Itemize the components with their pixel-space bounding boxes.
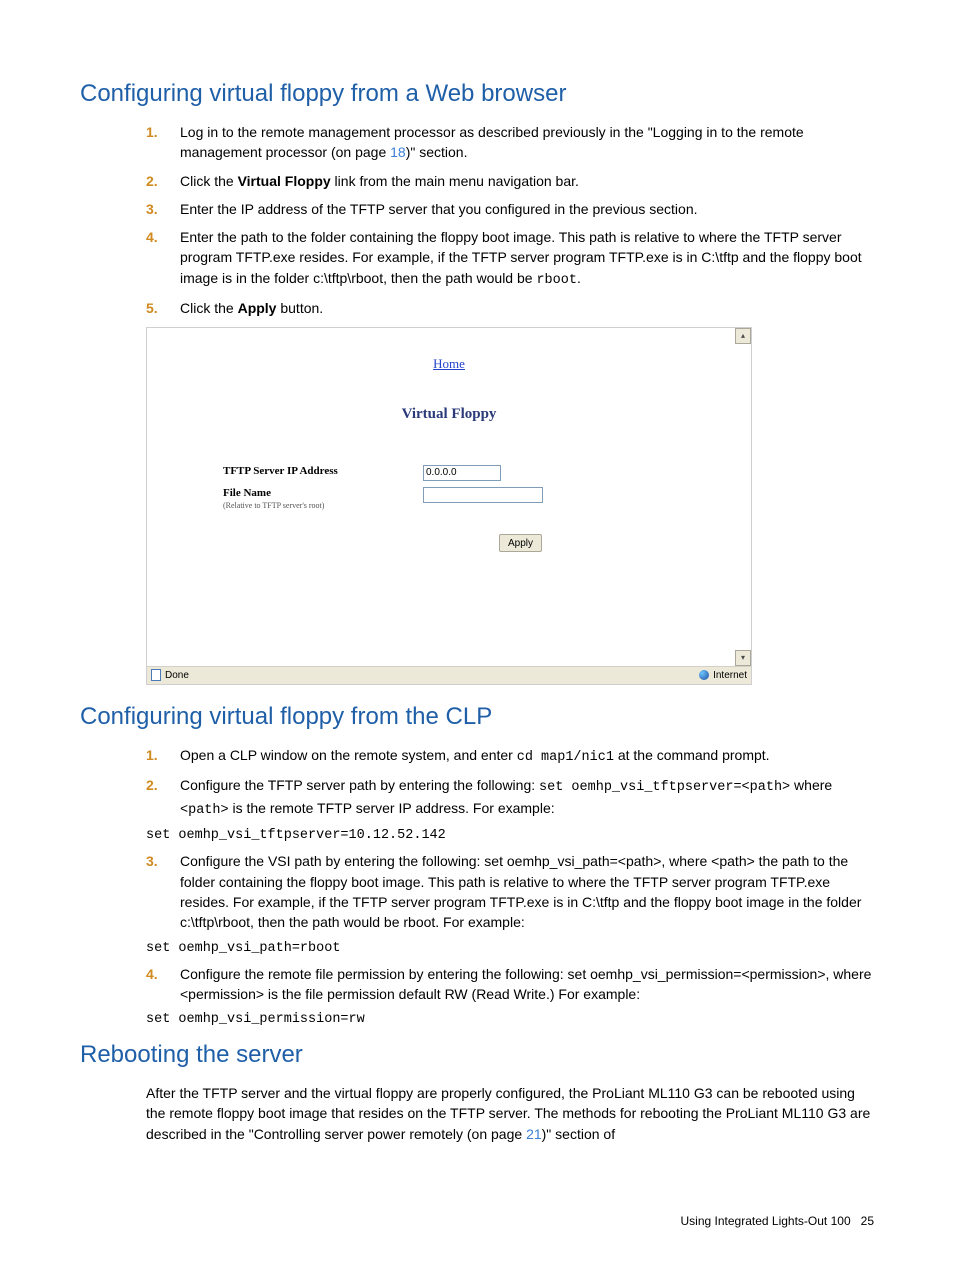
step-item: 1.Open a CLP window on the remote system… [146,745,874,768]
code-line: set oemhp_vsi_path=rboot [146,941,874,956]
step-body: Open a CLP window on the remote system, … [180,745,874,768]
step-item: 2.Click the Virtual Floppy link from the… [146,171,874,191]
label-tftp-ip: TFTP Server IP Address [223,465,423,477]
status-zone: Internet [713,670,747,681]
scroll-up-icon[interactable]: ▴ [735,328,751,344]
step-item: 3.Enter the IP address of the TFTP serve… [146,199,874,219]
step-item: 4.Enter the path to the folder containin… [146,227,874,290]
step-number: 5. [146,298,180,318]
page-link[interactable]: 18 [390,144,406,160]
page-link-21[interactable]: 21 [526,1126,542,1142]
scroll-down-icon[interactable]: ▾ [735,650,751,666]
step-body: Configure the VSI path by entering the f… [180,851,874,932]
virtual-floppy-title: Virtual Floppy [147,406,751,423]
home-link[interactable]: Home [147,328,751,372]
status-bar: Done Internet [147,666,751,684]
step-body: Click the Apply button. [180,298,874,318]
step-item: 1.Log in to the remote management proces… [146,122,874,163]
step-number: 2. [146,775,180,820]
step-number: 1. [146,745,180,768]
step-number: 1. [146,122,180,163]
code-line: set oemhp_vsi_tftpserver=10.12.52.142 [146,828,874,843]
heading-web: Configuring virtual floppy from a Web br… [80,80,874,108]
heading-reboot: Rebooting the server [80,1041,874,1069]
label-file-name: File Name (Relative to TFTP server's roo… [223,487,423,511]
page-icon [151,669,161,681]
reboot-paragraph: After the TFTP server and the virtual fl… [146,1083,874,1144]
step-item: 4.Configure the remote file permission b… [146,964,874,1005]
step-number: 2. [146,171,180,191]
step-body: Configure the remote file permission by … [180,964,874,1005]
step-body: Enter the IP address of the TFTP server … [180,199,874,219]
step-number: 3. [146,851,180,932]
step-body: Enter the path to the folder containing … [180,227,874,290]
step-body: Log in to the remote management processo… [180,122,874,163]
step-body: Click the Virtual Floppy link from the m… [180,171,874,191]
step-item: 5.Click the Apply button. [146,298,874,318]
embedded-screenshot: ▴ ▾ Home Virtual Floppy TFTP Server IP A… [146,327,752,685]
step-item: 2.Configure the TFTP server path by ente… [146,775,874,820]
status-done: Done [165,670,189,681]
step-body: Configure the TFTP server path by enteri… [180,775,874,820]
globe-icon [699,670,709,680]
step-item: 3.Configure the VSI path by entering the… [146,851,874,932]
input-tftp-ip[interactable] [423,465,501,481]
step-number: 4. [146,227,180,290]
heading-clp: Configuring virtual floppy from the CLP [80,703,874,731]
step-number: 3. [146,199,180,219]
step-number: 4. [146,964,180,1005]
code-line: set oemhp_vsi_permission=rw [146,1012,874,1027]
input-file-name[interactable] [423,487,543,503]
apply-button[interactable]: Apply [499,534,542,552]
footer: Using Integrated Lights-Out 100 25 [80,1214,874,1228]
